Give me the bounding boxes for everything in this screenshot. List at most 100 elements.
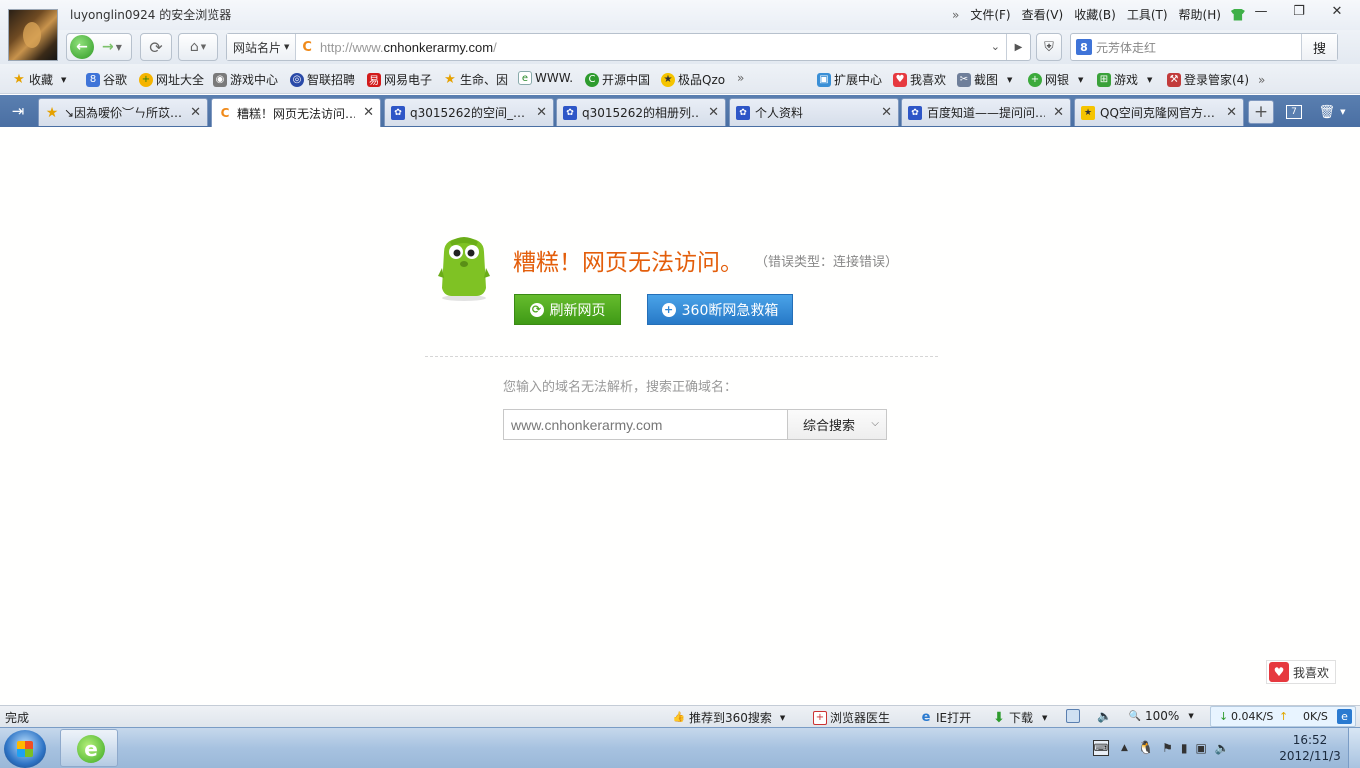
url-dropdown-icon[interactable]: ⌄ — [991, 40, 1000, 53]
ie-mode-icon[interactable]: e — [1337, 709, 1352, 724]
tray-expand-icon[interactable]: ▲ — [1121, 743, 1128, 753]
recommend-360-search[interactable]: 👍 推荐到360搜索 ▼ — [672, 709, 786, 726]
game-menu[interactable]: ⊞ 游戏 ▼ — [1097, 71, 1152, 88]
heart-icon: ♥ — [893, 72, 907, 87]
sidebar-toggle-icon[interactable]: ⇥ — [6, 100, 30, 122]
close-window-button[interactable]: ✕ — [1318, 0, 1356, 22]
download-dropdown-icon: ▼ — [1042, 713, 1048, 722]
open-in-ie[interactable]: e IE打开 — [919, 709, 972, 726]
fav-life[interactable]: ★ 生命、因 — [443, 71, 508, 88]
menu-tools[interactable]: 工具(T) — [1127, 6, 1168, 23]
search-button[interactable]: 搜 — [1301, 34, 1337, 60]
tab-close-icon[interactable]: ✕ — [536, 105, 547, 120]
screenshot-menu[interactable]: ✂ 截图 ▼ — [957, 71, 1012, 88]
taskbar-browser-item[interactable]: e — [60, 729, 118, 767]
url-text[interactable]: http://www.cnhonkerarmy.com/ — [320, 40, 497, 55]
download-menu[interactable]: ⬇ 下载 ▼ — [992, 709, 1047, 726]
netbank-menu[interactable]: + 网银 ▼ — [1028, 71, 1083, 88]
menu-file[interactable]: 文件(F) — [970, 6, 1010, 23]
new-tab-button[interactable]: + — [1248, 100, 1274, 124]
favorites-bar: ★ 收藏 ▼ 8 谷歌 + 网址大全 ◉ 游戏中心 ◎ 智联招聘 易网易电子 ★ 生命、因 e… — [0, 64, 1360, 94]
volume-tray-icon[interactable]: 🔈 — [1215, 741, 1230, 755]
trash-button[interactable]: 🗑 ▼ — [1312, 100, 1352, 124]
search-input[interactable]: 元芳体走红 — [1096, 39, 1156, 56]
home-icon: ⌂ — [189, 39, 199, 55]
tab-2-active[interactable]: C 糟糕！网页无法访问… ✕ — [211, 98, 381, 127]
fav-site-directory[interactable]: + 网址大全 — [139, 71, 204, 88]
device-icon[interactable]: ▮ — [1181, 741, 1188, 755]
like-button[interactable]: ♥ 我喜欢 — [1266, 660, 1336, 684]
start-button[interactable] — [4, 730, 46, 768]
tab-close-icon[interactable]: ✕ — [881, 105, 892, 120]
menu-help[interactable]: 帮助(H) — [1179, 6, 1221, 23]
user-avatar[interactable] — [8, 9, 58, 61]
upload-speed-arrow-icon: ↑ — [1279, 710, 1289, 723]
home-button[interactable]: ⌂ ▼ — [178, 33, 218, 61]
fav-oschina[interactable]: C 开源中国 — [585, 71, 650, 88]
show-desktop-button[interactable] — [1348, 728, 1360, 768]
qq-penguin-icon[interactable]: 🐧 — [1138, 741, 1154, 756]
network-icon[interactable]: ▣ — [1195, 741, 1206, 755]
system-clock[interactable]: 16:52 2012/11/3 — [1274, 732, 1346, 764]
favorites-more-button[interactable]: » — [737, 71, 744, 85]
search-engine-icon[interactable]: 8 — [1076, 39, 1092, 55]
refresh-page-button[interactable]: ⟳ 刷新网页 — [514, 294, 621, 325]
download-label: 下载 — [1009, 711, 1034, 725]
input-method-icon[interactable]: ⌨ — [1093, 740, 1109, 756]
security-shield-button[interactable]: ⛨ — [1036, 33, 1062, 61]
network-speed-widget[interactable]: ↓ 0.04K/S ↑ 0K/S e — [1210, 706, 1356, 727]
extension-center[interactable]: ▣ 扩展中心 — [817, 71, 882, 88]
restore-button[interactable]: ❐ — [1280, 0, 1318, 22]
tab-6[interactable]: ✿ 百度知道——提问问… ✕ — [901, 98, 1071, 126]
closed-tabs-button[interactable]: 7 — [1280, 100, 1308, 124]
tab-3[interactable]: ✿ q3015262的空间_… ✕ — [384, 98, 554, 126]
minimize-button[interactable]: — — [1242, 0, 1280, 22]
fav-google[interactable]: 8 谷歌 — [86, 71, 127, 88]
network-rescue-button[interactable]: + 360断网急救箱 — [647, 294, 793, 325]
tab-7[interactable]: ★ QQ空间克隆网官方… ✕ — [1074, 98, 1244, 126]
fav-game-center[interactable]: ◉ 游戏中心 — [213, 71, 278, 88]
search-type-select[interactable]: 综合搜索 ⌵ — [787, 409, 887, 440]
zoom-control[interactable]: 🔍 100% ▼ — [1128, 709, 1194, 723]
tab-close-icon[interactable]: ✕ — [363, 105, 374, 120]
favorites-menu[interactable]: ★ 收藏 ▼ — [12, 71, 66, 88]
site-card-button[interactable]: 网站名片 ▼ — [227, 34, 297, 60]
menu-favorites[interactable]: 收藏(B) — [1074, 6, 1116, 23]
right-more-icon[interactable]: » — [1258, 73, 1265, 87]
tab-5[interactable]: ✿ 个人资料 ✕ — [729, 98, 899, 126]
like-menu[interactable]: ♥ 我喜欢 — [893, 71, 946, 88]
qzone-icon: ★ — [661, 72, 675, 87]
tab-close-icon[interactable]: ✕ — [708, 105, 719, 120]
tab-close-icon[interactable]: ✕ — [1226, 105, 1237, 120]
volume-button[interactable]: 🔈 — [1097, 709, 1112, 723]
menu-view[interactable]: 查看(V) — [1022, 6, 1064, 23]
forward-button[interactable]: → — [102, 39, 114, 55]
menu-more-icon[interactable]: » — [952, 8, 959, 22]
search-type-label: 综合搜索 — [803, 419, 856, 434]
ie-icon: e — [921, 710, 931, 725]
tab-label: 个人资料 — [755, 106, 804, 120]
go-button[interactable]: ▶ — [1006, 34, 1030, 60]
game-dropdown-icon: ▼ — [1147, 75, 1153, 84]
browser-doctor[interactable]: + 浏览器医生 — [813, 709, 890, 726]
refresh-page-label: 刷新网页 — [549, 302, 606, 319]
back-button[interactable]: ← — [70, 35, 94, 59]
search-box[interactable]: 8 元芳体走红 搜 — [1070, 33, 1338, 61]
tab-close-icon[interactable]: ✕ — [1053, 105, 1064, 120]
address-bar[interactable]: 网站名片 ▼ C http://www.cnhonkerarmy.com/ ⌄ … — [226, 33, 1031, 61]
domain-search-input[interactable]: www.cnhonkerarmy.com — [503, 409, 788, 440]
history-dropdown-icon[interactable]: ▼ — [116, 43, 122, 52]
login-manager[interactable]: ⚒ 登录管家(4) » — [1167, 71, 1265, 88]
fav-netease[interactable]: 易网易电子 — [367, 71, 432, 88]
tab-close-icon[interactable]: ✕ — [190, 105, 201, 120]
page-favicon: C — [302, 39, 312, 55]
window-mode-icon[interactable] — [1066, 709, 1083, 723]
refresh-button[interactable]: ⟳ — [140, 33, 172, 61]
fav-qzone[interactable]: ★ 极品Qzo — [661, 71, 725, 88]
tab-4[interactable]: ✿ q3015262的相册列… ✕ — [556, 98, 726, 126]
flag-icon[interactable]: ⚑ — [1162, 741, 1173, 755]
fav-www[interactable]: e WWW. — [518, 71, 573, 85]
fav-zhaopin[interactable]: ◎ 智联招聘 — [290, 71, 355, 88]
ie-open-label: IE打开 — [936, 711, 972, 725]
tab-1[interactable]: ★ ↘因為嗳伱︶ㄣ所苡… ✕ — [38, 98, 208, 126]
